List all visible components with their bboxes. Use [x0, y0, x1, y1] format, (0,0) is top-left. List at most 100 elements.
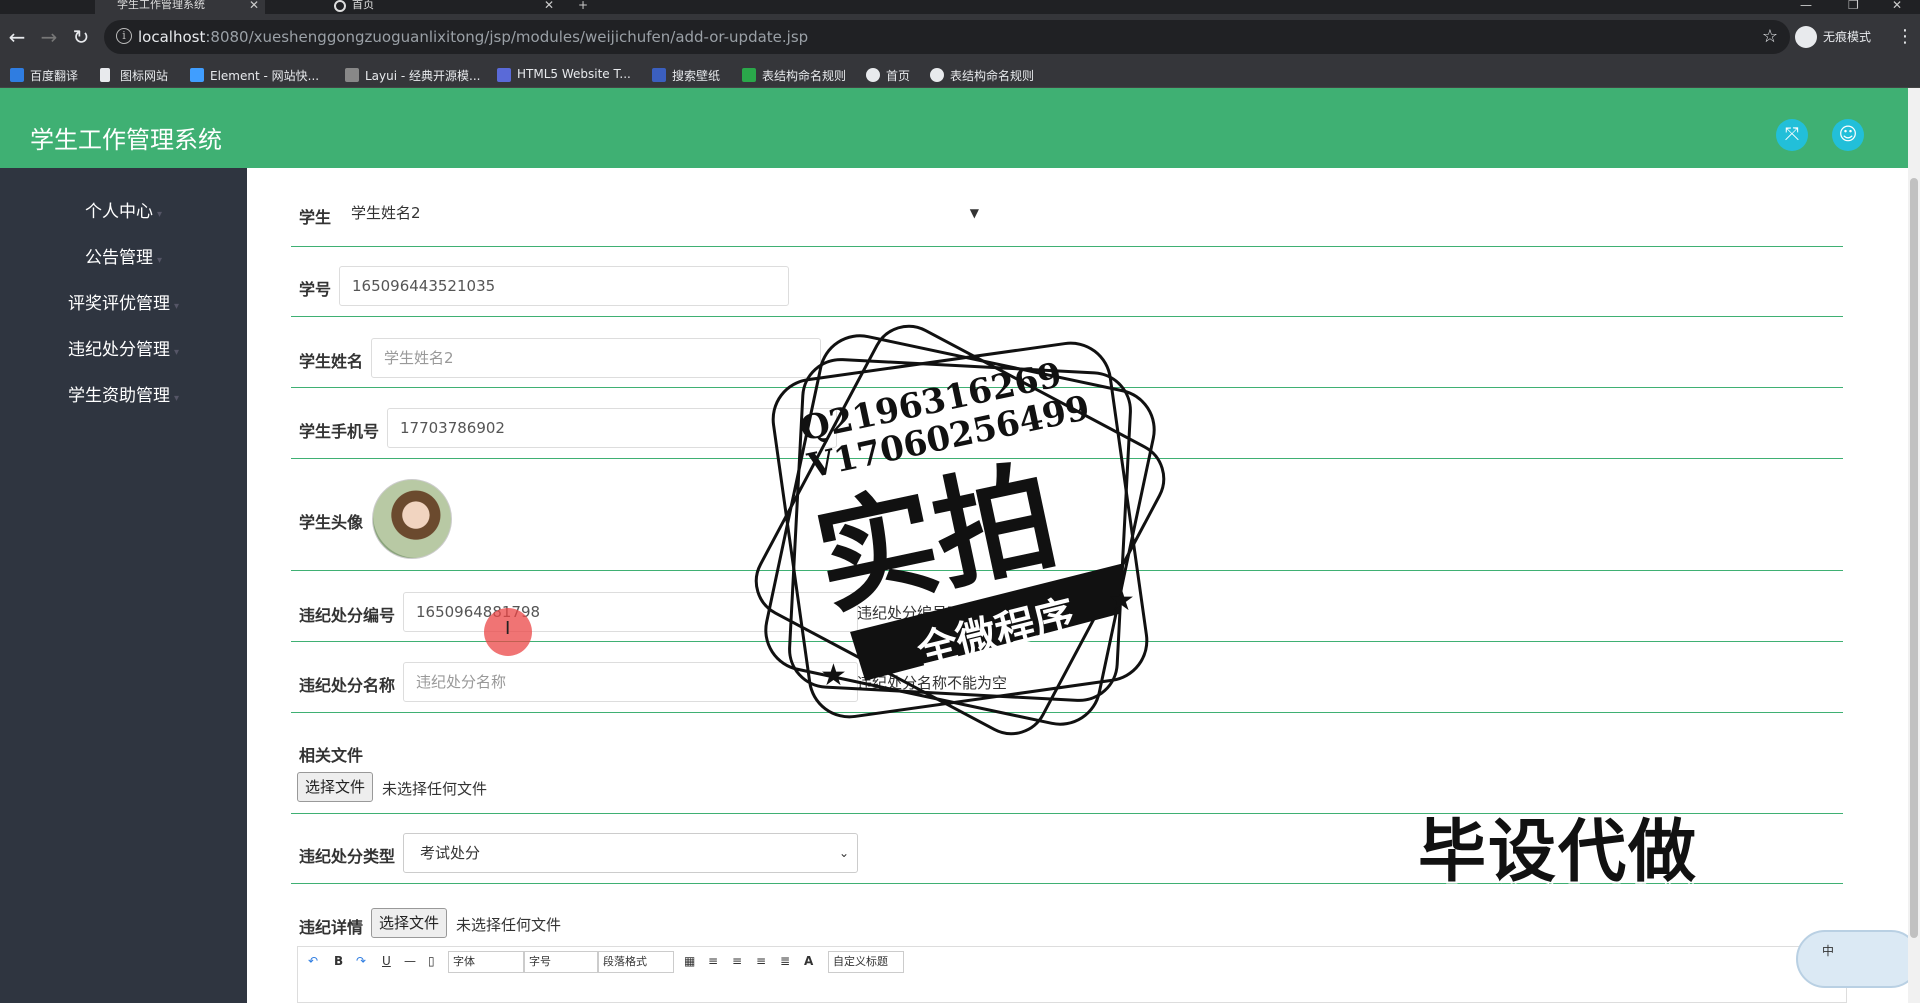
bookmark-item[interactable]: 百度翻译 — [10, 67, 78, 84]
student-no-label: 学号 — [299, 280, 332, 299]
tab-home[interactable]: 首页 ✕ — [330, 0, 560, 14]
globe-icon — [930, 68, 944, 82]
punish-detail-label: 违纪详情 — [299, 918, 364, 937]
horizontal-rule-icon[interactable]: — — [404, 954, 416, 968]
sidebar-item-discipline[interactable]: 违纪处分管理 ▾ — [0, 330, 247, 370]
punish-name-label: 违纪处分名称 — [299, 676, 396, 695]
fullscreen-icon[interactable]: ⤧ — [1776, 119, 1808, 151]
student-avatar-label: 学生头像 — [299, 513, 364, 532]
star-icon: ★ — [820, 658, 847, 693]
flag-icon — [100, 68, 110, 82]
restore-icon[interactable]: ❐ — [1848, 0, 1859, 12]
sidebar-item-personal-center[interactable]: 个人中心 ▾ — [0, 192, 247, 232]
punish-detail-choose-button[interactable]: 选择文件 — [371, 908, 448, 938]
chevron-down-icon: ▾ — [173, 301, 180, 312]
text-cursor-icon: I — [505, 618, 511, 639]
minimize-icon[interactable]: — — [1800, 0, 1812, 12]
tab-label: 首页 — [352, 0, 374, 11]
ime-floating-widget[interactable]: 中 — [1796, 930, 1920, 988]
sidebar: 个人中心 ▾ 公告管理 ▾ 评奖评优管理 ▾ 违纪处分管理 ▾ 学生资助管理 ▾ — [0, 168, 247, 1003]
globe-icon — [334, 0, 346, 12]
watermark-corner-text: 毕设代做 — [1418, 813, 1699, 892]
align-center-icon[interactable]: ≡ — [732, 954, 742, 968]
punish-type-select[interactable]: 考试处分 ⌄ — [403, 833, 858, 873]
address-bar-row: ← → ↻ i localhost:8080/xueshenggongzuogu… — [0, 14, 1920, 62]
sidebar-item-notice[interactable]: 公告管理 ▾ — [0, 238, 247, 278]
align-right-icon[interactable]: ≡ — [756, 954, 766, 968]
tab-active[interactable]: 学生工作管理系统 ✕ — [95, 0, 265, 14]
html5-icon — [497, 68, 511, 82]
sidebar-item-awards[interactable]: 评奖评优管理 ▾ — [0, 284, 247, 324]
student-select[interactable]: 学生姓名2 ▼ — [339, 190, 989, 236]
bookmark-item[interactable]: 表结构命名规则 — [930, 67, 1034, 84]
align-left-icon[interactable]: ≡ — [708, 954, 718, 968]
page-scrollbar[interactable] — [1908, 88, 1920, 1003]
browser-menu-icon[interactable]: ⋮ — [1896, 26, 1914, 47]
student-phone-label: 学生手机号 — [299, 422, 380, 441]
layui-icon — [345, 68, 359, 82]
bookmark-item[interactable]: Layui - 经典开源模... — [345, 67, 480, 84]
incognito-profile-button[interactable]: 无痕模式 — [1795, 24, 1871, 50]
related-file-label: 相关文件 — [299, 746, 364, 765]
student-avatar-image — [372, 479, 452, 559]
chevron-down-icon: ⌄ — [838, 846, 849, 860]
reload-icon[interactable]: ↻ — [68, 24, 94, 50]
bookmarks-bar: 百度翻译 图标网站 Element - 网站快... Layui - 经典开源模… — [0, 62, 1920, 88]
align-justify-icon[interactable]: ≣ — [780, 954, 790, 968]
related-file-choose-button[interactable]: 选择文件 — [297, 772, 374, 802]
element-icon — [190, 68, 204, 82]
chevron-down-icon: ▾ — [156, 209, 163, 220]
rich-text-editor[interactable]: ↶ B ↷ U — ▯ 字体 字号 段落格式 ▦ ≡ ≡ ≡ ≣ A 自定义标题 — [297, 946, 1847, 1003]
chevron-down-icon: ▾ — [173, 393, 180, 404]
sidebar-item-financial-aid[interactable]: 学生资助管理 ▾ — [0, 376, 247, 416]
bookmark-item[interactable]: 表结构命名规则 — [742, 67, 846, 84]
window-close-icon[interactable]: ✕ — [1892, 0, 1902, 12]
close-tab-icon[interactable]: ✕ — [249, 0, 259, 11]
table-icon — [742, 68, 756, 82]
browser-tabstrip: 学生工作管理系统 ✕ 首页 ✕ + — ❐ ✕ — [0, 0, 1920, 14]
globe-icon — [866, 68, 880, 82]
paragraph-format-select[interactable]: 段落格式 — [598, 951, 674, 973]
wallpaper-icon — [652, 68, 666, 82]
url-text: localhost:8080/xueshenggongzuoguanlixito… — [138, 28, 809, 46]
url-input[interactable]: i localhost:8080/xueshenggongzuoguanlixi… — [104, 20, 1790, 54]
bookmark-item[interactable]: HTML5 Website T... — [497, 67, 631, 82]
forward-arrow-icon[interactable]: → — [36, 24, 62, 50]
bookmark-item[interactable]: Element - 网站快... — [190, 67, 319, 84]
punish-type-label: 违纪处分类型 — [299, 847, 396, 866]
back-arrow-icon[interactable]: ← — [4, 24, 30, 50]
bookmark-star-icon[interactable]: ☆ — [1762, 26, 1778, 47]
punish-no-label: 违纪处分编号 — [299, 606, 396, 625]
bookmark-item[interactable]: 图标网站 — [100, 67, 168, 84]
incognito-icon — [1795, 26, 1817, 48]
translate-icon — [10, 68, 24, 82]
related-file-status: 未选择任何文件 — [382, 780, 488, 798]
bold-icon[interactable]: B — [334, 954, 343, 968]
tab-label: 学生工作管理系统 — [117, 0, 205, 11]
custom-title-select[interactable]: 自定义标题 — [828, 951, 904, 973]
info-icon[interactable]: i — [116, 28, 132, 44]
bookmark-item[interactable]: 搜索壁纸 — [652, 67, 720, 84]
user-icon[interactable]: ☺ — [1832, 119, 1864, 151]
scrollbar-thumb[interactable] — [1910, 178, 1918, 938]
font-color-icon[interactable]: A — [804, 954, 813, 968]
undo-icon[interactable]: ↶ — [308, 954, 318, 968]
app-title: 学生工作管理系统 — [30, 126, 222, 154]
font-family-select[interactable]: 字体 — [448, 951, 524, 973]
app-header: 学生工作管理系统 ⤧ ☺ — [0, 88, 1908, 168]
table-icon[interactable]: ▦ — [684, 954, 695, 968]
document-icon[interactable]: ▯ — [428, 954, 435, 968]
close-tab-icon[interactable]: ✕ — [544, 0, 554, 11]
bookmark-item[interactable]: 首页 — [866, 67, 910, 84]
student-label: 学生 — [299, 208, 332, 227]
chevron-down-icon: ▾ — [173, 347, 180, 358]
new-tab-button[interactable]: + — [578, 0, 588, 12]
font-size-select[interactable]: 字号 — [524, 951, 598, 973]
watermark-stamp: Q2196316269 V17060256499 实拍 全微程序 ★ ★ — [754, 324, 1166, 736]
dropdown-arrow-icon: ▼ — [969, 206, 979, 220]
chevron-down-icon: ▾ — [156, 255, 163, 266]
star-icon: ★ — [1108, 583, 1135, 618]
redo-icon[interactable]: ↷ — [356, 954, 366, 968]
student-name-label: 学生姓名 — [299, 352, 364, 371]
underline-icon[interactable]: U — [382, 954, 391, 968]
